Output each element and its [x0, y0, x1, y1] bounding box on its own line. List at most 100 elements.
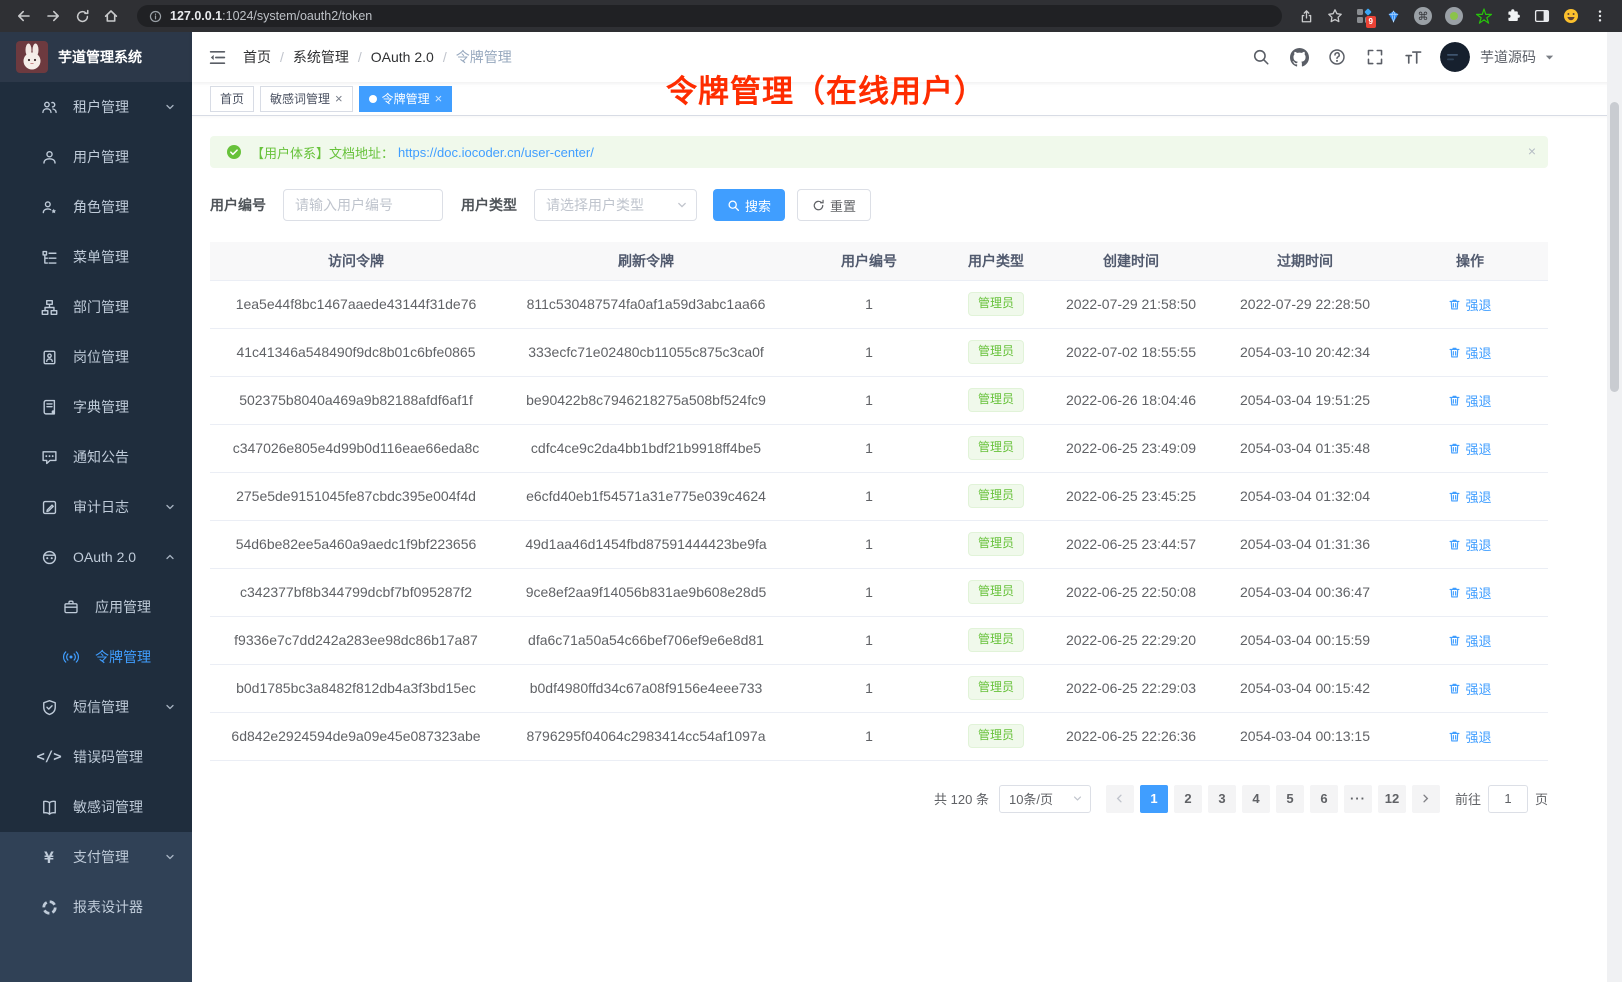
- sidebar-item-role[interactable]: 角色管理: [0, 182, 192, 232]
- page-button-6[interactable]: 6: [1310, 785, 1338, 813]
- browser-menu-icon[interactable]: [1592, 8, 1608, 24]
- force-logout-button[interactable]: 强退: [1448, 295, 1491, 314]
- search-icon[interactable]: [1250, 46, 1272, 68]
- home-icon[interactable]: [103, 8, 119, 24]
- profile-avatar-emoji[interactable]: [1563, 8, 1579, 24]
- sidebar-item-menu[interactable]: 菜单管理: [0, 232, 192, 282]
- chevron-down-icon: [164, 851, 176, 863]
- access-token-cell: 502375b8040a469a9b82188afdf6af1f: [210, 376, 502, 424]
- force-logout-button[interactable]: 强退: [1448, 679, 1491, 698]
- sidebar-fold-icon[interactable]: [208, 48, 227, 67]
- force-logout-button[interactable]: 强退: [1448, 343, 1491, 362]
- trash-icon: [1448, 298, 1461, 311]
- force-logout-button[interactable]: 强退: [1448, 631, 1491, 650]
- page-size-select[interactable]: 10条/页: [999, 785, 1091, 813]
- force-logout-button[interactable]: 强退: [1448, 727, 1491, 746]
- user-id-cell: 1: [790, 712, 948, 760]
- prev-page-button[interactable]: [1106, 785, 1134, 813]
- extension-tabs-icon[interactable]: 9: [1356, 8, 1372, 24]
- scrollbar-thumb[interactable]: [1610, 102, 1619, 392]
- sidebar-item-oauth-apps[interactable]: 应用管理: [0, 582, 192, 632]
- breadcrumb-home[interactable]: 首页: [243, 47, 271, 67]
- sidebar-item-notice[interactable]: 通知公告: [0, 432, 192, 482]
- user-avatar[interactable]: [1440, 42, 1470, 72]
- tab-close-icon[interactable]: ×: [335, 92, 343, 105]
- page-button-3[interactable]: 3: [1208, 785, 1236, 813]
- tab-sensitive-words[interactable]: 敏感词管理 ×: [260, 86, 353, 112]
- user-type-select[interactable]: 请选择用户类型: [534, 189, 697, 221]
- recorder-extension-icon[interactable]: [1445, 7, 1463, 25]
- doc-link[interactable]: https://doc.iocoder.cn/user-center/: [398, 145, 594, 160]
- sidebar-item-dict[interactable]: 字典管理: [0, 382, 192, 432]
- command-extension-icon[interactable]: ⌘: [1414, 7, 1432, 25]
- pager-ellipsis[interactable]: ···: [1344, 785, 1372, 813]
- sidebar-item-dept[interactable]: 部门管理: [0, 282, 192, 332]
- sidebar-item-sms[interactable]: 短信管理: [0, 682, 192, 732]
- force-logout-button[interactable]: 强退: [1448, 439, 1491, 458]
- search-button[interactable]: 搜索: [713, 189, 785, 221]
- share-icon[interactable]: [1298, 8, 1314, 24]
- tab-token-management[interactable]: 令牌管理 ×: [359, 86, 453, 112]
- app-logo[interactable]: 芋道管理系统: [0, 32, 192, 82]
- page-button-12[interactable]: 12: [1378, 785, 1406, 813]
- chevron-right-icon: [1420, 793, 1431, 804]
- username[interactable]: 芋道源码: [1480, 47, 1536, 67]
- user-type-cell: 管理员: [948, 568, 1044, 616]
- create-time-cell: 2022-06-25 22:26:36: [1044, 712, 1218, 760]
- sidebar-item-report-designer[interactable]: 报表设计器: [0, 882, 192, 932]
- sidebar-item-token-management[interactable]: 令牌管理: [0, 632, 192, 682]
- gem-extension-icon[interactable]: [1385, 8, 1401, 24]
- sidebar-item-post[interactable]: 岗位管理: [0, 332, 192, 382]
- page-button-2[interactable]: 2: [1174, 785, 1202, 813]
- page-scrollbar[interactable]: [1607, 32, 1622, 982]
- sidebar-item-label: 字典管理: [73, 397, 129, 417]
- user-id-input[interactable]: [283, 189, 443, 221]
- expire-time-cell: 2054-03-04 01:31:36: [1218, 520, 1392, 568]
- alert-close-icon[interactable]: ×: [1528, 144, 1536, 158]
- force-logout-button[interactable]: 强退: [1448, 487, 1491, 506]
- star-extension-icon[interactable]: [1476, 8, 1492, 24]
- back-icon[interactable]: [16, 8, 32, 24]
- sidebar-item-error-code[interactable]: </> 错误码管理: [0, 732, 192, 782]
- page-button-4[interactable]: 4: [1242, 785, 1270, 813]
- sidebar-item-sensitive-words[interactable]: 敏感词管理: [0, 782, 192, 832]
- sidebar-item-payment[interactable]: ¥ 支付管理: [0, 832, 192, 882]
- create-time-cell: 2022-07-02 18:55:55: [1044, 328, 1218, 376]
- fullscreen-icon[interactable]: [1364, 46, 1386, 68]
- sidebar-item-tenant[interactable]: 租户管理: [0, 82, 192, 132]
- caret-down-icon[interactable]: [1544, 52, 1555, 63]
- reload-icon[interactable]: [74, 8, 90, 24]
- action-cell: 强退: [1392, 280, 1548, 328]
- green-dot: [1450, 12, 1458, 20]
- reset-button[interactable]: 重置: [797, 189, 871, 221]
- table-row: c347026e805e4d99b0d116eae66eda8ccdfc4ce9…: [210, 424, 1548, 472]
- sidebar-item-label: 敏感词管理: [73, 797, 143, 817]
- page-button-5[interactable]: 5: [1276, 785, 1304, 813]
- puzzle-extensions-icon[interactable]: [1505, 8, 1521, 24]
- sidebar-item-user[interactable]: 用户管理: [0, 132, 192, 182]
- font-size-icon[interactable]: [1402, 46, 1424, 68]
- next-page-button[interactable]: [1412, 785, 1440, 813]
- url-bar[interactable]: 127.0.0.1:1024/system/oauth2/token: [137, 5, 1282, 27]
- site-info-icon[interactable]: [147, 8, 163, 24]
- sidebar-item-audit-log[interactable]: 审计日志: [0, 482, 192, 532]
- tab-close-icon[interactable]: ×: [435, 92, 443, 105]
- force-logout-button[interactable]: 强退: [1448, 535, 1491, 554]
- expire-time-cell: 2054-03-04 00:15:42: [1218, 664, 1392, 712]
- github-icon[interactable]: [1288, 46, 1310, 68]
- page-button-1[interactable]: 1: [1140, 785, 1168, 813]
- app-title: 芋道管理系统: [58, 47, 142, 67]
- tab-home[interactable]: 首页: [210, 86, 254, 112]
- alert-text: 【用户体系】文档地址：: [251, 143, 394, 162]
- forward-icon[interactable]: [45, 8, 61, 24]
- bookmark-star-icon[interactable]: [1327, 8, 1343, 24]
- user-icon: [40, 148, 58, 166]
- side-panel-icon[interactable]: [1534, 8, 1550, 24]
- force-logout-button[interactable]: 强退: [1448, 583, 1491, 602]
- breadcrumb-oauth[interactable]: OAuth 2.0: [349, 49, 434, 65]
- sidebar-item-oauth[interactable]: OAuth 2.0: [0, 532, 192, 582]
- breadcrumb-system[interactable]: 系统管理: [271, 47, 349, 67]
- goto-page-input[interactable]: [1488, 785, 1528, 813]
- help-icon[interactable]: [1326, 46, 1348, 68]
- force-logout-button[interactable]: 强退: [1448, 391, 1491, 410]
